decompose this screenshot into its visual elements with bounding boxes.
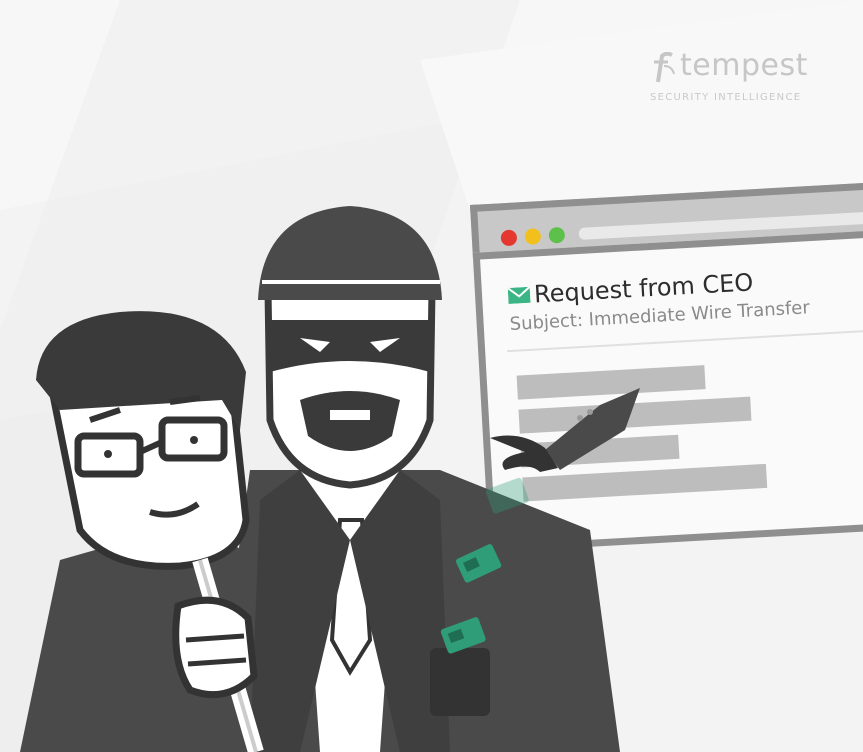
figures-illustration xyxy=(20,206,640,752)
illustration-scene: tempest SECURITY INTELLIGENCE Request fr… xyxy=(0,0,863,752)
reaching-hand-icon xyxy=(490,388,640,472)
glasses-man-figure xyxy=(20,311,264,752)
thief-figure xyxy=(210,206,620,752)
